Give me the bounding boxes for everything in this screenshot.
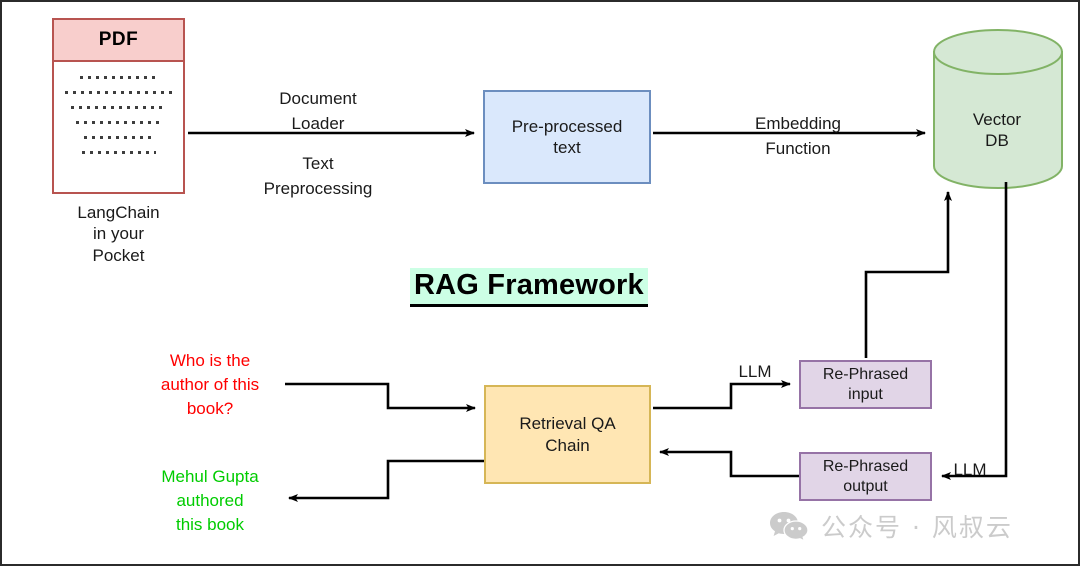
watermark: 公众号 · 风叔云 (769, 508, 1013, 544)
user-query-text: Who is the author of this book? (160, 351, 260, 419)
edge-rephrased-input-to-vectordb (864, 191, 952, 358)
diagram-title: RAG Framework (410, 268, 648, 307)
diagram-canvas: PDF LangChain in your Pocket Pre-process… (0, 0, 1080, 566)
wechat-icon (770, 512, 809, 543)
pdf-header-label: PDF (54, 20, 183, 62)
edge-label-embedding-function: Embedding Function (754, 114, 841, 158)
pdf-text-line (64, 91, 173, 94)
edge-label-llm-input: LLM (738, 362, 772, 381)
edge-qa-chain-to-answer (288, 459, 484, 502)
node-rephrased-input: Re-Phrased input (799, 360, 932, 409)
system-answer-text: Mehul Gupta authored this book (161, 467, 259, 535)
edge-label-text-preprocessing: Text Preprocessing (263, 154, 373, 198)
pdf-body-lines (54, 62, 183, 154)
node-vector-db: Vector DB (972, 109, 1022, 150)
node-preprocessed-text: Pre-processed text (483, 90, 651, 184)
pdf-text-line (83, 136, 154, 139)
pdf-text-line (79, 76, 158, 79)
edge-query-to-qa-chain (285, 382, 476, 412)
pdf-text-line (70, 106, 167, 109)
edge-qa-chain-to-rephrased-input (653, 380, 791, 410)
edge-rephrased-output-to-qa-chain (659, 448, 799, 478)
pdf-caption: LangChain in your Pocket (77, 203, 160, 265)
edge-label-llm-output: LLM (953, 460, 987, 479)
pdf-text-line (75, 121, 162, 124)
edge-vectordb-to-rephrased-output (941, 182, 1008, 480)
node-retrieval-qa-chain: Retrieval QA Chain (484, 385, 651, 484)
edge-label-document-loader: Document Loader (279, 89, 357, 133)
pdf-text-line (81, 151, 156, 154)
watermark-text: 公众号 · 风叔云 (821, 513, 1013, 542)
node-rephrased-output: Re-Phrased output (799, 452, 932, 501)
pdf-document: PDF (52, 18, 185, 194)
